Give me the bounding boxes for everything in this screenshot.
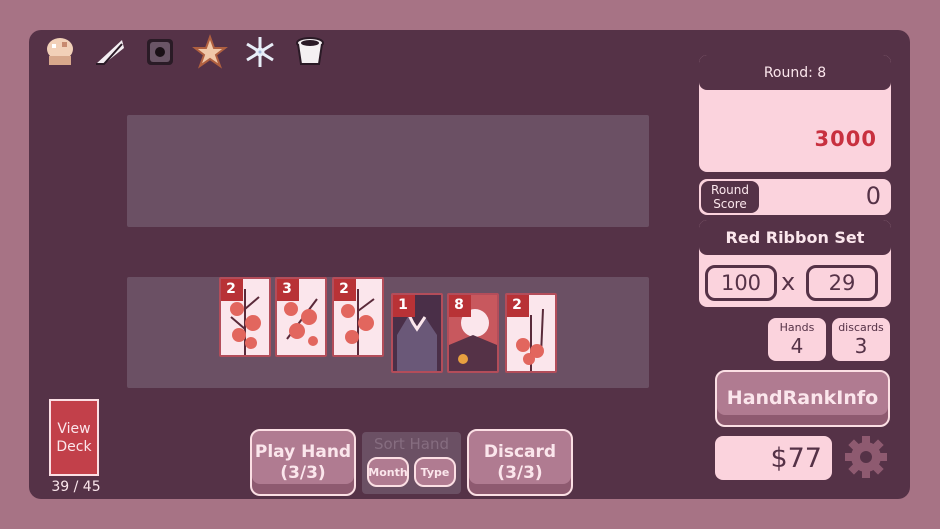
view-deck-label-2: Deck (56, 438, 92, 455)
discards-value: 3 (854, 334, 868, 358)
discards-label: discards (838, 321, 884, 334)
card-month-badge: 1 (393, 295, 415, 317)
bell-jellyfish-icon[interactable] (40, 32, 80, 72)
view-deck-label: View (57, 420, 91, 437)
mult-value: 29 (806, 265, 878, 301)
target-score: 3000 (814, 127, 877, 151)
sort-type-button[interactable]: Type (414, 457, 456, 487)
hand-rank-info-button[interactable]: HandRankInfo (715, 370, 890, 427)
round-score-label: Round Score (701, 181, 759, 213)
sort-hand-panel: Sort Hand Month Type (362, 432, 461, 494)
hand-type-panel: Red Ribbon Set 100 x 29 (699, 220, 891, 307)
hand-card[interactable]: 2 (505, 293, 557, 373)
round-score-value: 0 (865, 182, 881, 210)
hand-card[interactable]: 1 (391, 293, 443, 373)
discards-remaining: discards 3 (832, 318, 890, 361)
money-display: $77 (715, 436, 832, 480)
chips-value: 100 (705, 265, 777, 301)
round-label: Round: 8 (699, 55, 891, 90)
gear-icon[interactable] (842, 433, 890, 481)
card-month-badge: 2 (334, 279, 356, 301)
round-score-label-2: Score (713, 197, 747, 211)
card-month-badge: 2 (507, 295, 529, 317)
snowflake-icon[interactable] (240, 32, 280, 72)
hands-remaining: Hands 4 (768, 318, 826, 361)
dark-cube-icon[interactable] (140, 32, 180, 72)
hands-value: 4 (790, 334, 804, 358)
play-hand-count: (3/3) (280, 462, 326, 483)
card-month-badge: 8 (449, 295, 471, 317)
play-hand-label: Play Hand (254, 441, 352, 462)
round-panel: Round: 8 3000 (699, 55, 891, 172)
joker-row (40, 32, 330, 72)
hands-label: Hands (779, 321, 815, 334)
feather-fan-icon[interactable] (90, 32, 130, 72)
sort-month-button[interactable]: Month (367, 457, 409, 487)
hand-type-name: Red Ribbon Set (699, 220, 891, 255)
hand-card[interactable]: 8 (447, 293, 499, 373)
discard-label: Discard (483, 441, 557, 462)
multiply-sign: x (781, 268, 796, 296)
round-score-label-1: Round (711, 183, 749, 197)
hand-area (127, 277, 649, 388)
pail-icon[interactable] (290, 32, 330, 72)
card-month-badge: 2 (221, 279, 243, 301)
round-score-panel: Round Score 0 (699, 179, 891, 215)
hand-card[interactable]: 3 (275, 277, 327, 357)
card-month-badge: 3 (277, 279, 299, 301)
hand-card[interactable]: 2 (219, 277, 271, 357)
view-deck-button[interactable]: View Deck (49, 399, 99, 476)
discard-count: (3/3) (497, 462, 543, 483)
play-hand-button[interactable]: Play Hand (3/3) (250, 429, 356, 496)
deck-count: 39 / 45 (51, 479, 101, 495)
star-burst-icon[interactable] (190, 32, 230, 72)
hand-card[interactable]: 2 (332, 277, 384, 357)
played-cards-area (127, 115, 649, 227)
discard-button[interactable]: Discard (3/3) (467, 429, 573, 496)
sort-hand-label: Sort Hand (373, 435, 449, 453)
